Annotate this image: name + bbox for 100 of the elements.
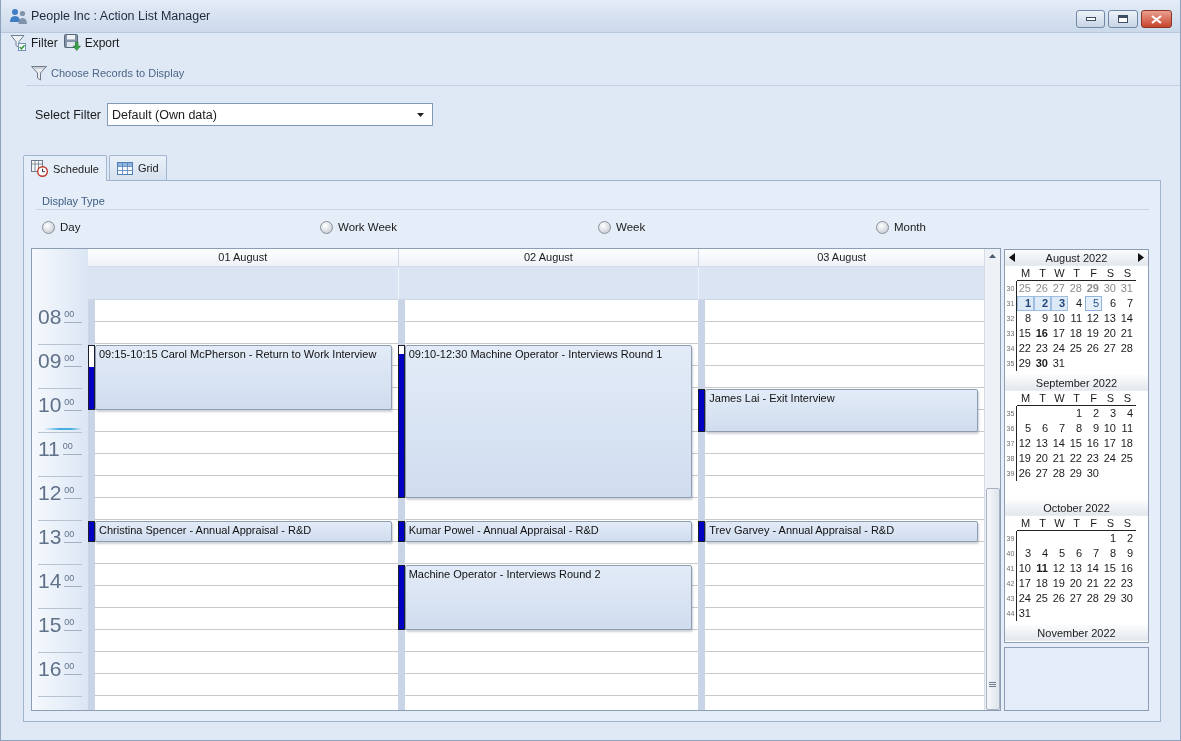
calendar-day[interactable]: 8: [1068, 421, 1085, 436]
calendar-day[interactable]: 27: [1068, 591, 1085, 606]
filter-button[interactable]: Filter: [10, 34, 58, 51]
calendar-day[interactable]: 9: [1034, 311, 1051, 326]
appointment[interactable]: Machine Operator - Interviews Round 2: [404, 565, 693, 630]
calendar-day[interactable]: 22: [1102, 576, 1119, 591]
calendar-day[interactable]: 14: [1119, 311, 1136, 326]
calendar-day[interactable]: 2: [1034, 296, 1051, 311]
calendar-day[interactable]: 31: [1017, 606, 1034, 621]
calendar-day[interactable]: 15: [1068, 436, 1085, 451]
calendar-day[interactable]: 4: [1068, 296, 1085, 311]
calendar-day[interactable]: 20: [1102, 326, 1119, 341]
calendar-day[interactable]: 25: [1068, 341, 1085, 356]
calendar-day[interactable]: 1: [1068, 406, 1085, 421]
calendar-day[interactable]: 16: [1034, 326, 1051, 341]
calendar-day[interactable]: 19: [1085, 326, 1102, 341]
previous-arrow-icon[interactable]: [1009, 253, 1015, 262]
calendar-day[interactable]: 16: [1085, 436, 1102, 451]
calendar-day[interactable]: 20: [1034, 451, 1051, 466]
next-arrow-icon[interactable]: [1138, 253, 1144, 262]
minimize-button[interactable]: [1076, 10, 1105, 28]
calendar-day[interactable]: 21: [1051, 451, 1068, 466]
calendar-day[interactable]: 30: [1102, 281, 1119, 296]
calendar-day[interactable]: 7: [1119, 296, 1136, 311]
calendar-day[interactable]: 17: [1017, 576, 1034, 591]
calendar-day[interactable]: 23: [1119, 576, 1136, 591]
calendar-day[interactable]: 31: [1051, 356, 1068, 371]
calendar-day[interactable]: 2: [1085, 406, 1102, 421]
calendar-day[interactable]: 24: [1051, 341, 1068, 356]
calendar-day[interactable]: 15: [1017, 326, 1034, 341]
calendar-day[interactable]: 11: [1034, 561, 1051, 576]
calendar-day[interactable]: 12: [1085, 311, 1102, 326]
calendar-day[interactable]: 7: [1051, 421, 1068, 436]
calendar-day[interactable]: 9: [1119, 546, 1136, 561]
calendar-day[interactable]: 22: [1068, 451, 1085, 466]
calendar-day[interactable]: 3: [1017, 546, 1034, 561]
calendar-day[interactable]: 13: [1034, 436, 1051, 451]
calendar-day[interactable]: 25: [1017, 281, 1034, 296]
calendar-day[interactable]: 14: [1051, 436, 1068, 451]
calendar-day[interactable]: 27: [1034, 466, 1051, 481]
calendar-day[interactable]: 6: [1034, 421, 1051, 436]
tab[interactable]: Grid: [108, 155, 167, 180]
calendar-day[interactable]: 27: [1051, 281, 1068, 296]
calendar-day[interactable]: 3: [1102, 406, 1119, 421]
calendar-day[interactable]: 19: [1017, 451, 1034, 466]
appointment[interactable]: Christina Spencer - Annual Appraisal - R&D: [95, 521, 392, 542]
calendar-day[interactable]: 1: [1017, 296, 1034, 311]
scrollbar-thumb[interactable]: [985, 488, 1000, 710]
calendar-day[interactable]: 5: [1051, 546, 1068, 561]
appointment[interactable]: 09:15-10:15 Carol McPherson - Return to Work Interview: [95, 345, 392, 410]
calendar-day[interactable]: 1: [1102, 531, 1119, 546]
appointment[interactable]: Kumar Powel - Annual Appraisal - R&D: [404, 521, 693, 542]
calendar-day[interactable]: 9: [1085, 421, 1102, 436]
calendar-day[interactable]: 28: [1119, 341, 1136, 356]
calendar-day[interactable]: 7: [1085, 546, 1102, 561]
appointment[interactable]: James Lai - Exit Interview: [705, 389, 978, 432]
calendar-day[interactable]: 20: [1068, 576, 1085, 591]
calendar-day[interactable]: 25: [1119, 451, 1136, 466]
calendar-day[interactable]: 23: [1085, 451, 1102, 466]
radio-option[interactable]: Week: [598, 219, 646, 235]
calendar-day[interactable]: 6: [1102, 296, 1119, 311]
filter-dropdown[interactable]: Default (Own data): [107, 103, 433, 126]
calendar-day[interactable]: 29: [1102, 591, 1119, 606]
calendar-day[interactable]: 2: [1119, 531, 1136, 546]
calendar-day[interactable]: 4: [1119, 406, 1136, 421]
calendar-day[interactable]: 11: [1119, 421, 1136, 436]
calendar-day[interactable]: 30: [1034, 356, 1051, 371]
calendar-day[interactable]: 22: [1017, 341, 1034, 356]
calendar-day[interactable]: 27: [1102, 341, 1119, 356]
calendar-day[interactable]: 12: [1017, 436, 1034, 451]
calendar-day[interactable]: 26: [1017, 466, 1034, 481]
calendar-day[interactable]: 12: [1051, 561, 1068, 576]
calendar-day[interactable]: 26: [1034, 281, 1051, 296]
calendar-day[interactable]: 31: [1119, 281, 1136, 296]
calendar-day[interactable]: 18: [1068, 326, 1085, 341]
maximize-button[interactable]: [1108, 10, 1138, 28]
calendar-day[interactable]: 28: [1085, 591, 1102, 606]
vertical-scrollbar[interactable]: [984, 249, 1000, 710]
calendar-day[interactable]: 29: [1017, 356, 1034, 371]
calendar-day[interactable]: 18: [1034, 576, 1051, 591]
appointment[interactable]: Trev Garvey - Annual Appraisal - R&D: [705, 521, 978, 542]
calendar-day[interactable]: 17: [1051, 326, 1068, 341]
calendar-day[interactable]: 24: [1017, 591, 1034, 606]
calendar-day[interactable]: 10: [1102, 421, 1119, 436]
calendar-day[interactable]: 25: [1034, 591, 1051, 606]
calendar-day[interactable]: 8: [1017, 311, 1034, 326]
calendar-day[interactable]: 5: [1085, 296, 1102, 311]
radio-option[interactable]: Day: [42, 219, 81, 235]
calendar-day[interactable]: 23: [1034, 341, 1051, 356]
radio-option[interactable]: Month: [876, 219, 926, 235]
calendar-day[interactable]: 16: [1119, 561, 1136, 576]
calendar-day[interactable]: 18: [1119, 436, 1136, 451]
calendar-day[interactable]: 10: [1051, 311, 1068, 326]
calendar-day[interactable]: 28: [1051, 466, 1068, 481]
close-button[interactable]: [1141, 10, 1172, 28]
calendar-day[interactable]: 15: [1102, 561, 1119, 576]
calendar-day[interactable]: 8: [1102, 546, 1119, 561]
calendar-day[interactable]: 3: [1051, 296, 1068, 311]
appointment[interactable]: 09:10-12:30 Machine Operator - Interviews Round 1: [404, 345, 693, 498]
calendar-day[interactable]: 30: [1119, 591, 1136, 606]
